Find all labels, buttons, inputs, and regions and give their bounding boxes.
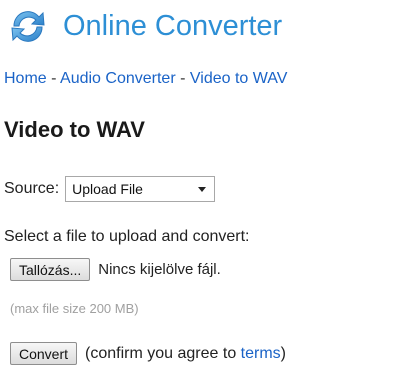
source-select[interactable]: Upload File (65, 176, 216, 202)
source-select-value: Upload File (72, 181, 143, 197)
breadcrumb-separator: - (51, 70, 61, 87)
terms-note-suffix: ) (280, 344, 286, 362)
breadcrumb: Home - Audio Converter - Video to WAV (4, 70, 287, 88)
refresh-arrows-icon (11, 11, 45, 42)
terms-note: (confirm you agree to terms) (85, 345, 286, 363)
page-title: Video to WAV (4, 117, 145, 142)
terms-link[interactable]: terms (241, 345, 281, 362)
browse-button[interactable]: Tallózás... (10, 258, 91, 281)
site-title: Online Converter (63, 10, 283, 42)
source-row: Source: Upload File (4, 176, 216, 202)
breadcrumb-audio-converter-link[interactable]: Audio Converter (60, 70, 176, 87)
convert-row: Convert (confirm you agree to terms) (10, 342, 286, 365)
max-file-size-hint: (max file size 200 MB) (10, 301, 139, 316)
terms-note-prefix: (confirm you agree to (85, 344, 241, 362)
source-label: Source: (4, 180, 60, 197)
breadcrumb-home-link[interactable]: Home (4, 70, 47, 87)
convert-button[interactable]: Convert (10, 342, 78, 365)
file-input[interactable]: Tallózás... Nincs kijelölve fájl. (10, 258, 221, 281)
upload-prompt: Select a file to upload and convert: (4, 228, 250, 245)
breadcrumb-separator: - (180, 70, 190, 87)
chevron-down-icon (198, 186, 207, 192)
site-logo[interactable]: Online Converter (8, 6, 282, 46)
breadcrumb-video-to-wav-link[interactable]: Video to WAV (190, 70, 288, 87)
no-file-selected-text: Nincs kijelölve fájl. (98, 261, 221, 278)
